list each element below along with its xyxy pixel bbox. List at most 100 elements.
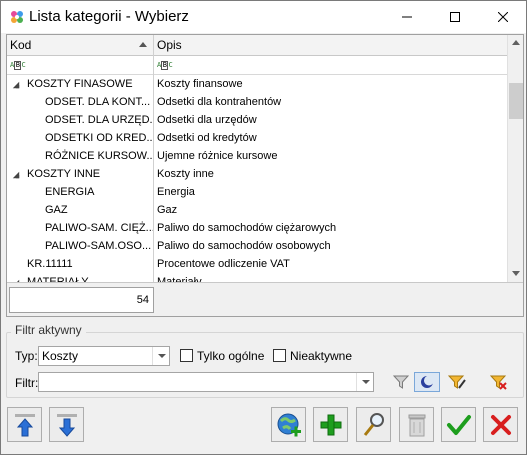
preview-button[interactable]	[356, 407, 391, 442]
text-filter-icon: ABC	[157, 61, 173, 70]
cell-opis: Odsetki od kredytów	[157, 132, 257, 144]
app-flower-icon	[11, 11, 23, 23]
filter-moon-button[interactable]	[414, 372, 440, 392]
cell-kod: PALIWO-SAM.OSO...	[45, 240, 152, 252]
filter-clear-icon	[490, 375, 507, 390]
globe-add-icon	[277, 413, 301, 436]
cell-opis: Ujemne różnice kursowe	[157, 150, 278, 162]
cell-opis: Paliwo do samochodów ciężarowych	[157, 222, 337, 234]
scrollbar-thumb[interactable]	[509, 83, 523, 119]
title-bar[interactable]: Lista kategorii - Wybierz	[1, 1, 526, 33]
add-from-globe-button[interactable]	[271, 407, 306, 442]
cell-opis: Paliwo do samochodów osobowych	[157, 240, 331, 252]
add-button[interactable]	[313, 407, 348, 442]
arrow-down-icon	[56, 413, 77, 437]
cell-opis: Gaz	[157, 204, 178, 216]
filter-group-title: Filtr aktywny	[11, 323, 86, 337]
cell-kod: ENERGIA	[45, 186, 95, 198]
close-button[interactable]	[480, 1, 526, 33]
chevron-down-icon[interactable]	[356, 373, 373, 391]
clear-filter-button[interactable]	[486, 372, 512, 392]
filter-cell-kod[interactable]: ABC	[7, 56, 154, 74]
plus-icon	[320, 414, 341, 435]
magnifier-icon	[363, 412, 384, 436]
table-row[interactable]: ODSETKI OD KRED... Odsetki od kredytów	[7, 129, 507, 147]
table-row[interactable]: KOSZTY FINASOWE Koszty finansowe	[7, 75, 507, 93]
trash-icon	[408, 414, 425, 436]
nieaktywne-checkbox[interactable]	[273, 349, 286, 362]
scroll-up-icon[interactable]	[512, 40, 520, 45]
collapse-icon[interactable]	[12, 171, 20, 179]
cell-kod: KOSZTY INNE	[27, 168, 101, 180]
table-row[interactable]: GAZ Gaz	[7, 201, 507, 219]
sort-ascending-icon	[139, 42, 147, 47]
move-up-button[interactable]	[7, 407, 42, 442]
typ-select-value: Koszty	[42, 349, 79, 363]
cancel-button[interactable]	[483, 407, 518, 442]
cell-kod: RÓŻNICE KURSOW...	[45, 150, 153, 162]
x-cancel-icon	[490, 414, 511, 435]
filtr-label: Filtr:	[15, 376, 39, 390]
delete-button[interactable]	[399, 407, 434, 442]
maximize-icon	[450, 12, 460, 22]
tylko-ogolne-checkbox[interactable]	[180, 349, 193, 362]
arrow-up-icon	[14, 413, 35, 436]
table-row[interactable]: PALIWO-SAM.OSO... Paliwo do samochodów o…	[7, 237, 507, 255]
filter-edit-icon	[448, 375, 466, 389]
cell-opis: Materiały	[157, 276, 202, 282]
nieaktywne-label: Nieaktywne	[290, 349, 353, 363]
filter-funnel-icon	[393, 375, 409, 389]
minimize-button[interactable]	[384, 1, 430, 33]
cell-opis: Koszty inne	[157, 168, 214, 180]
collapse-icon[interactable]	[12, 81, 20, 89]
cell-kod: KR.11111	[27, 258, 73, 270]
table-row[interactable]: MATERIAŁY Materiały	[7, 273, 507, 282]
cell-kod: ODSET. DLA KONT...	[45, 96, 151, 108]
cell-kod: ODSET. DLA URZĘD...	[45, 114, 153, 126]
window-title: Lista kategorii - Wybierz	[29, 8, 189, 25]
column-header-opis-label: Opis	[157, 38, 182, 52]
chevron-down-icon[interactable]	[152, 347, 169, 365]
cell-kod: MATERIAŁY	[27, 276, 89, 282]
confirm-button[interactable]	[441, 407, 476, 442]
grid-filter-row: ABC ABC	[7, 56, 507, 75]
table-row[interactable]: KR.11111 Procentowe odliczenie VAT	[7, 255, 507, 273]
apply-filter-button[interactable]	[388, 372, 414, 392]
cell-opis: Odsetki dla kontrahentów	[157, 96, 282, 108]
column-header-kod[interactable]: Kod	[7, 35, 154, 56]
window: Lista kategorii - Wybierz Kod Opis ABC A…	[0, 0, 527, 455]
typ-select[interactable]: Koszty	[38, 346, 170, 366]
vertical-scrollbar[interactable]	[507, 35, 523, 282]
grid-rows: KOSZTY FINASOWE Koszty finansowe ODSET. …	[7, 75, 507, 282]
column-header-opis[interactable]: Opis	[154, 35, 507, 56]
cell-opis: Procentowe odliczenie VAT	[157, 258, 290, 270]
cell-opis: Energia	[157, 186, 195, 198]
maximize-button[interactable]	[432, 1, 478, 33]
tylko-ogolne-label: Tylko ogólne	[197, 349, 265, 363]
grid-footer: 54	[7, 282, 523, 316]
table-row[interactable]: ENERGIA Energia	[7, 183, 507, 201]
cell-opis: Odsetki dla urzędów	[157, 114, 257, 126]
table-row[interactable]: ODSET. DLA URZĘD... Odsetki dla urzędów	[7, 111, 507, 129]
table-row[interactable]: ODSET. DLA KONT... Odsetki dla kontrahen…	[7, 93, 507, 111]
cell-kod: GAZ	[45, 204, 68, 216]
cell-opis: Koszty finansowe	[157, 78, 243, 90]
table-row[interactable]: PALIWO-SAM. CIĘŻ... Paliwo do samochodów…	[7, 219, 507, 237]
filtr-input[interactable]	[38, 372, 374, 392]
move-down-button[interactable]	[49, 407, 84, 442]
record-count: 54	[9, 287, 154, 313]
filter-builder-button[interactable]	[444, 372, 470, 392]
cell-kod: PALIWO-SAM. CIĘŻ...	[45, 222, 153, 234]
cell-kod: ODSETKI OD KRED...	[45, 132, 153, 144]
minimize-icon	[402, 16, 412, 18]
close-icon	[498, 12, 508, 22]
filter-cell-opis[interactable]: ABC	[154, 56, 507, 74]
scroll-down-icon[interactable]	[512, 271, 520, 276]
table-row[interactable]: KOSZTY INNE Koszty inne	[7, 165, 507, 183]
grid-header: Kod Opis	[7, 35, 507, 56]
checkmark-icon	[446, 414, 471, 435]
table-row[interactable]: RÓŻNICE KURSOW... Ujemne różnice kursowe	[7, 147, 507, 165]
moon-icon	[421, 375, 434, 388]
cell-kod: KOSZTY FINASOWE	[27, 78, 133, 90]
category-grid[interactable]: Kod Opis ABC ABC KOSZTY FINASOWE Koszty …	[6, 34, 524, 317]
